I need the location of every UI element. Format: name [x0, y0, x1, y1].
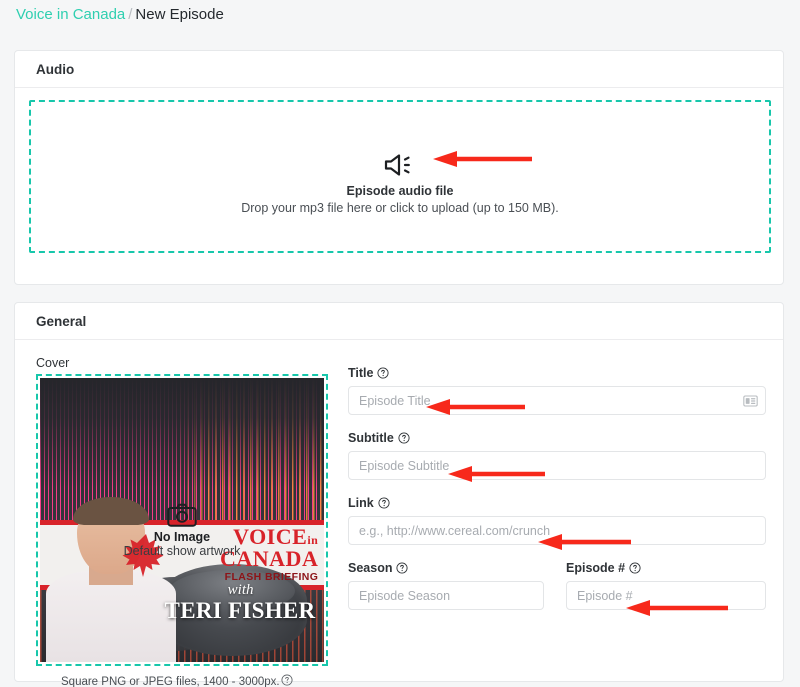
title-label: Title	[348, 366, 766, 380]
subtitle-label: Subtitle	[348, 431, 766, 445]
help-circle-icon[interactable]	[378, 497, 390, 509]
audio-dropzone[interactable]: Episode audio file Drop your mp3 file he…	[29, 100, 771, 253]
title-label-text: Title	[348, 366, 374, 380]
template-card-icon[interactable]	[743, 394, 758, 407]
help-circle-icon[interactable]	[398, 432, 410, 444]
cover-artwork: VOICEin CANADA FLASH BRIEFING with TERI …	[40, 378, 324, 662]
help-circle-icon[interactable]	[281, 674, 293, 686]
cover-caption: Square PNG or JPEG files, 1400 - 3000px.	[61, 674, 293, 687]
artwork-host-name: TERI FISHER	[164, 598, 316, 624]
link-field-group: Link	[348, 496, 766, 545]
artwork-host-credit: with TERI FISHER	[164, 582, 316, 624]
subtitle-label-text: Subtitle	[348, 431, 394, 445]
artwork-logo: VOICEin CANADA FLASH BRIEFING	[148, 523, 319, 588]
general-panel-header: General	[15, 303, 783, 340]
subtitle-field-group: Subtitle	[348, 431, 766, 480]
title-input[interactable]	[348, 386, 766, 415]
cover-caption-text: Square PNG or JPEG files, 1400 - 3000px.	[61, 676, 280, 687]
help-circle-icon[interactable]	[396, 562, 409, 574]
audio-dropzone-subtitle: Drop your mp3 file here or click to uplo…	[241, 201, 559, 215]
title-field-group: Title	[348, 366, 766, 415]
breadcrumb-current: New Episode	[135, 6, 224, 23]
episode-number-input[interactable]	[566, 581, 766, 610]
season-label: Season	[348, 561, 544, 575]
artwork-logo-line1-small: in	[307, 532, 319, 547]
subtitle-input[interactable]	[348, 451, 766, 480]
audio-dropzone-title: Episode audio file	[346, 184, 454, 198]
artwork-host-prefix: with	[227, 582, 254, 599]
link-label-text: Link	[348, 496, 374, 510]
season-input[interactable]	[348, 581, 544, 610]
cover-upload-box[interactable]: VOICEin CANADA FLASH BRIEFING with TERI …	[36, 374, 328, 666]
breadcrumb-parent-link[interactable]: Voice in Canada	[16, 6, 125, 23]
audio-panel-header: Audio	[15, 51, 783, 88]
help-circle-icon[interactable]	[377, 367, 390, 379]
episode-number-label: Episode #	[566, 561, 766, 575]
link-input[interactable]	[348, 516, 766, 545]
speaker-icon	[384, 154, 410, 176]
breadcrumb: Voice in Canada / New Episode	[16, 4, 224, 26]
cover-label: Cover	[36, 356, 70, 370]
breadcrumb-separator: /	[128, 6, 133, 23]
help-circle-icon[interactable]	[629, 562, 641, 574]
artwork-logo-line1: VOICE	[233, 523, 308, 549]
season-label-text: Season	[348, 561, 393, 575]
general-panel: General Cover VOICEin CANADA FLASH BRIEF…	[14, 302, 784, 687]
link-label: Link	[348, 496, 766, 510]
episode-number-label-text: Episode #	[566, 561, 626, 575]
audio-panel: Audio Episode audio file Drop your mp3 f…	[14, 50, 784, 285]
season-field-group: Season	[348, 561, 544, 610]
episode-number-field-group: Episode #	[566, 561, 766, 610]
artwork-logo-line2: CANADA	[220, 546, 319, 572]
